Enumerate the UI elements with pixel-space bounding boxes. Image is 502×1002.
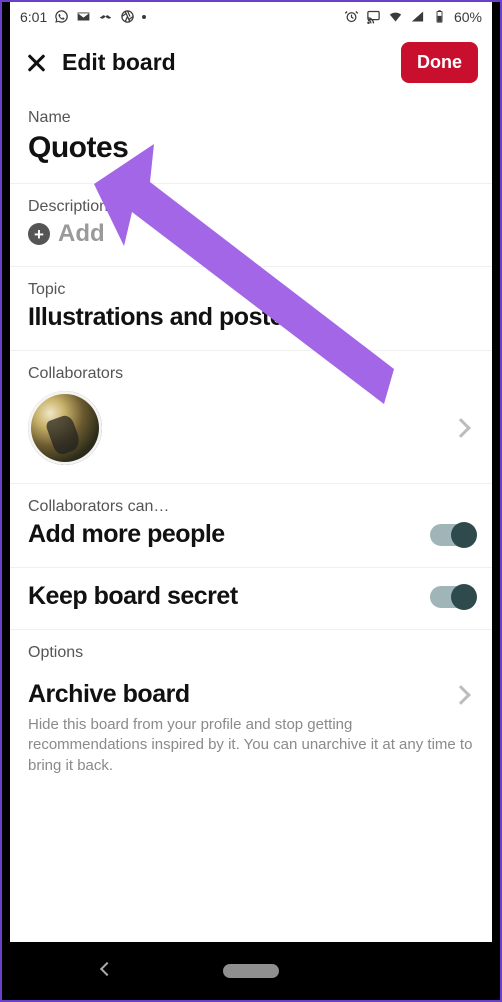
secret-toggle[interactable] [430, 586, 474, 608]
home-pill[interactable] [223, 964, 279, 978]
mail-icon [76, 9, 91, 26]
description-label: Description [28, 198, 474, 216]
wifi-icon [388, 9, 403, 26]
collab-perm-toggle[interactable] [430, 524, 474, 546]
overflow-dot-icon [142, 15, 146, 19]
plus-icon[interactable]: + [28, 223, 50, 245]
archive-description: Hide this board from your profile and st… [28, 715, 474, 776]
name-label: Name [28, 109, 474, 127]
avatar[interactable] [28, 391, 102, 465]
section-archive[interactable]: Archive board Hide this board from your … [10, 672, 492, 794]
collab-perm-value: Add more people [28, 520, 225, 549]
aperture-icon [120, 9, 135, 26]
section-description[interactable]: Description + Add [10, 184, 492, 267]
close-icon[interactable] [24, 51, 48, 75]
archive-title: Archive board [28, 680, 190, 709]
options-label: Options [28, 644, 474, 662]
mustache-icon [98, 9, 113, 26]
section-name[interactable]: Name Quotes [10, 95, 492, 184]
alarm-icon [344, 9, 359, 26]
status-time: 6:01 [20, 10, 47, 24]
topic-label: Topic [28, 281, 474, 299]
whatsapp-icon [54, 9, 69, 26]
cast-icon [366, 9, 381, 26]
topic-value: Illustrations and posters [28, 303, 474, 332]
collab-perm-label: Collaborators can… [28, 498, 474, 516]
section-topic[interactable]: Topic Illustrations and posters [10, 267, 492, 351]
battery-text: 60% [454, 10, 482, 24]
collaborators-label: Collaborators [28, 365, 474, 383]
description-add-label: Add [58, 220, 105, 248]
back-icon[interactable] [100, 962, 114, 976]
section-collab-perm: Collaborators can… Add more people [10, 484, 492, 568]
page-title: Edit board [62, 49, 176, 76]
secret-label: Keep board secret [28, 582, 238, 611]
chevron-right-icon [451, 685, 471, 705]
system-nav-bar [2, 942, 500, 1000]
chevron-right-icon [451, 418, 471, 438]
section-secret: Keep board secret [10, 568, 492, 630]
done-button[interactable]: Done [401, 42, 478, 83]
header: Edit board Done [10, 32, 492, 95]
name-value: Quotes [28, 131, 474, 165]
signal-icon [410, 9, 425, 26]
status-bar: 6:01 [10, 2, 492, 32]
section-collaborators[interactable]: Collaborators [10, 351, 492, 484]
section-options-heading: Options [10, 630, 492, 672]
battery-icon [432, 9, 447, 26]
